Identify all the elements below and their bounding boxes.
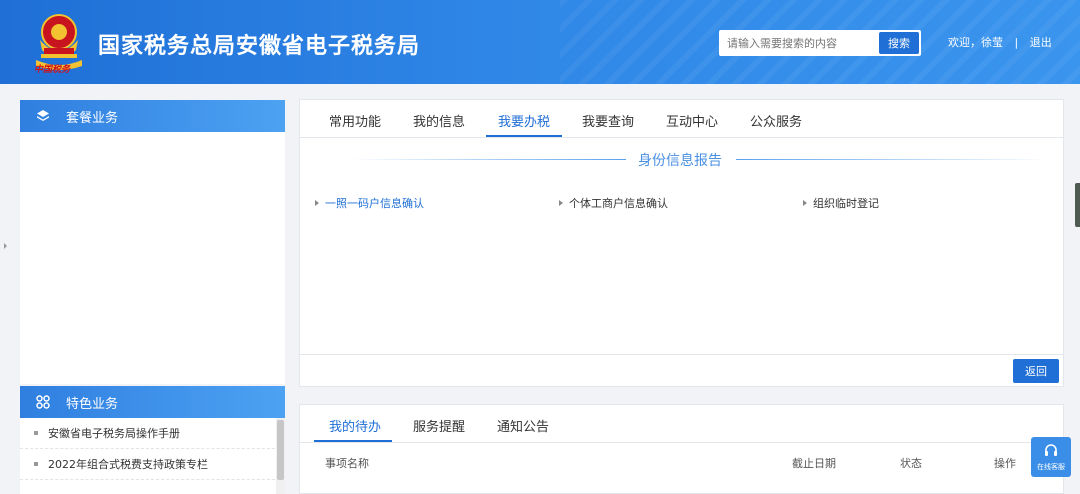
tab-interact[interactable]: 互动中心	[666, 111, 718, 130]
package-panel: 套餐业务	[20, 100, 285, 384]
search-button[interactable]: 搜索	[879, 32, 919, 54]
tab-service-reminder[interactable]: 服务提醒	[413, 416, 465, 435]
logo-text: 中国税务	[34, 65, 71, 75]
search-box: 搜索	[719, 30, 921, 56]
main-panel: 常用功能 我的信息 我要办税 我要查询 互动中心 公众服务 身份信息报告 一照一…	[299, 99, 1064, 387]
active-tab-indicator	[486, 135, 562, 137]
top-header: 中国税务 国家税务总局安徽省电子税务局 搜索 欢迎，徐莹 | 退出	[0, 0, 1080, 84]
user-area: 欢迎，徐莹 | 退出	[948, 34, 1052, 50]
site-title: 国家税务总局安徽省电子税务局	[98, 34, 421, 59]
package-panel-header[interactable]: 套餐业务	[20, 100, 285, 132]
todo-tabs: 我的待办 服务提醒 通知公告	[300, 405, 1063, 443]
triangle-right-icon	[803, 200, 807, 206]
scrollbar-thumb[interactable]	[277, 420, 284, 480]
list-item[interactable]: 安徽省电子税务局操作手册	[20, 418, 285, 449]
divider-right	[736, 159, 1050, 160]
func-unified-code-confirm[interactable]: 一照一码户信息确认	[315, 195, 424, 211]
tab-do-tax[interactable]: 我要办税	[498, 111, 550, 130]
triangle-right-icon	[559, 200, 563, 206]
special-panel-title: 特色业务	[66, 396, 119, 412]
todo-panel: 我的待办 服务提醒 通知公告 事项名称 截止日期 状态 操作	[299, 404, 1064, 494]
list-item[interactable]: 2022年组合式税费支持政策专栏	[20, 449, 285, 480]
func-temp-registration[interactable]: 组织临时登记	[803, 195, 879, 211]
user-separator: |	[1014, 36, 1019, 49]
collapse-caret-icon[interactable]	[4, 243, 7, 249]
welcome-user: 欢迎，徐莹	[948, 36, 1003, 49]
tab-public[interactable]: 公众服务	[750, 111, 802, 130]
column-header-action: 操作	[994, 457, 1016, 470]
column-header-deadline: 截止日期	[792, 457, 836, 470]
logout-link[interactable]: 退出	[1030, 34, 1052, 50]
func-label: 一照一码户信息确认	[325, 197, 424, 210]
side-drawer-handle[interactable]	[1075, 183, 1080, 227]
column-header-status: 状态	[900, 457, 922, 470]
special-list: 安徽省电子税务局操作手册 2022年组合式税费支持政策专栏	[20, 418, 285, 480]
section-header: 身份信息报告	[300, 150, 1063, 170]
column-header-name: 事项名称	[325, 457, 369, 470]
tab-common[interactable]: 常用功能	[329, 111, 381, 130]
panel-footer-divider	[300, 354, 1063, 355]
divider-left	[350, 159, 626, 160]
package-panel-title: 套餐业务	[66, 110, 119, 126]
active-tab-indicator	[314, 440, 392, 442]
layers-icon	[34, 107, 52, 125]
bullet-icon	[34, 462, 38, 466]
grid-icon	[34, 393, 52, 411]
func-label: 个体工商户信息确认	[569, 197, 668, 210]
func-label: 组织临时登记	[813, 197, 879, 210]
back-button[interactable]: 返回	[1013, 359, 1059, 383]
online-support-button[interactable]: 在线客服	[1031, 437, 1071, 477]
headset-icon	[1045, 444, 1057, 456]
tab-my-todo[interactable]: 我的待办	[329, 416, 381, 435]
triangle-right-icon	[315, 200, 319, 206]
special-panel-header[interactable]: 特色业务	[20, 386, 285, 418]
list-item-label: 安徽省电子税务局操作手册	[48, 427, 180, 440]
tab-notice[interactable]: 通知公告	[497, 416, 549, 435]
section-title: 身份信息报告	[638, 153, 722, 169]
tab-query[interactable]: 我要查询	[582, 111, 634, 130]
func-individual-business-confirm[interactable]: 个体工商户信息确认	[559, 195, 668, 211]
list-item-label: 2022年组合式税费支持政策专栏	[48, 458, 208, 471]
online-support-label: 在线客服	[1037, 463, 1065, 471]
special-panel: 特色业务 安徽省电子税务局操作手册 2022年组合式税费支持政策专栏	[20, 386, 285, 494]
main-tabs: 常用功能 我的信息 我要办税 我要查询 互动中心 公众服务	[300, 100, 1063, 138]
search-input[interactable]	[719, 30, 877, 56]
tax-logo: 中国税务	[30, 10, 88, 76]
tab-my-info[interactable]: 我的信息	[413, 111, 465, 130]
bullet-icon	[34, 431, 38, 435]
